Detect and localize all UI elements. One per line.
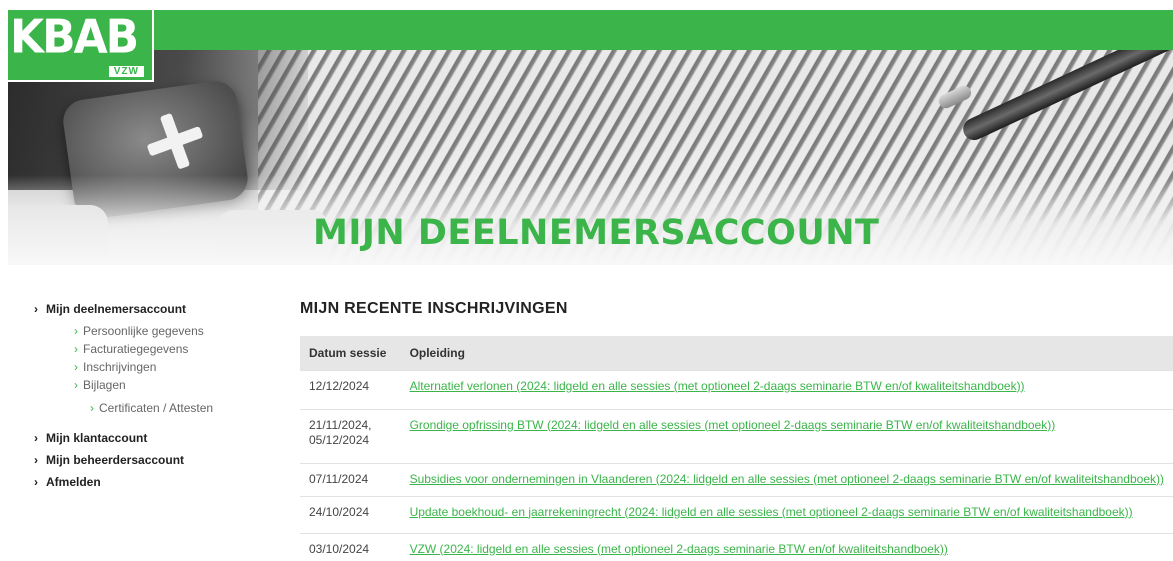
sidebar-subitem-label: Facturatiegegevens (83, 342, 189, 356)
course-cell: Update boekhoud- en jaarrekeningrecht (2… (400, 495, 1173, 533)
sidebar-item-afmelden[interactable]: › Afmelden (34, 473, 264, 491)
chevron-right-icon: › (34, 431, 38, 445)
section-title: MIJN RECENTE INSCHRIJVINGEN (300, 300, 568, 317)
sidebar-subitem-facturatiegegevens[interactable]: › Facturatiegegevens (74, 340, 264, 358)
session-date-line: 05/12/2024 (309, 432, 370, 447)
course-link[interactable]: VZW (2024: lidgeld en alle sessies (met … (410, 542, 948, 556)
table-row: 24/10/2024 Update boekhoud- en jaarreken… (300, 495, 1173, 533)
logo-subtext: VZW (108, 66, 144, 77)
sidebar-item-label: Mijn deelnemersaccount (46, 302, 187, 316)
course-cell: Subsidies voor ondernemingen in Vlaander… (400, 462, 1173, 496)
sidebar-item-label: Mijn beheerdersaccount (46, 453, 185, 467)
session-date-line: 21/11/2024, (309, 417, 372, 432)
page-title: MIJN DEELNEMERSACCOUNT (313, 213, 880, 253)
session-date: 03/10/2024 (300, 532, 401, 561)
sidebar-item-mijn-deelnemersaccount[interactable]: › Mijn deelnemersaccount (34, 300, 264, 318)
header-green-bar (8, 10, 1173, 50)
main-content: MIJN RECENTE INSCHRIJVINGEN Datum sessie… (300, 300, 1173, 561)
sidebar-item-label: Afmelden (46, 475, 101, 489)
logo-text: KBAB (10, 10, 139, 65)
sidebar-item-label: Mijn klantaccount (46, 431, 148, 445)
chevron-right-icon: › (34, 302, 38, 316)
sidebar-item-mijn-klantaccount[interactable]: › Mijn klantaccount (34, 429, 264, 447)
column-header-datum-sessie: Datum sessie (309, 345, 387, 360)
session-date: 21/11/2024, 05/12/2024 (300, 408, 401, 463)
course-cell: Alternatief verlonen (2024: lidgeld en a… (400, 369, 1173, 409)
session-date: 24/10/2024 (300, 495, 401, 533)
chevron-right-icon: › (34, 475, 38, 489)
course-link[interactable]: Subsidies voor ondernemingen in Vlaander… (410, 472, 1164, 486)
chevron-right-icon: › (74, 360, 78, 374)
course-cell: Grondige opfrissing BTW (2024: lidgeld e… (400, 408, 1173, 463)
sidebar-subitem-label: Bijlagen (83, 378, 126, 392)
kbab-logo[interactable]: KBAB VZW (8, 10, 154, 82)
chevron-right-icon: › (74, 342, 78, 356)
table-header-row: Datum sessie Opleiding (300, 336, 1173, 370)
sidebar-subitem-label: Inschrijvingen (83, 360, 157, 374)
table-row: 07/11/2024 Subsidies voor ondernemingen … (300, 462, 1173, 496)
session-date: 12/12/2024 (300, 369, 401, 409)
table-row: 21/11/2024, 05/12/2024 Grondige opfrissi… (300, 408, 1173, 463)
registrations-table: Datum sessie Opleiding 12/12/2024 Altern… (300, 336, 1173, 561)
course-link[interactable]: Alternatief verlonen (2024: lidgeld en a… (410, 379, 1025, 393)
sidebar-subitem-bijlagen[interactable]: › Bijlagen (74, 376, 264, 394)
session-date: 07/11/2024 (300, 462, 401, 496)
course-cell: VZW (2024: lidgeld en alle sessies (met … (400, 532, 1173, 561)
sidebar-subitem-label: Persoonlijke gegevens (83, 324, 204, 338)
column-header-opleiding: Opleiding (409, 345, 465, 360)
chevron-right-icon: › (90, 401, 94, 415)
table-row: 12/12/2024 Alternatief verlonen (2024: l… (300, 369, 1173, 409)
chevron-right-icon: › (74, 324, 78, 338)
table-row: 03/10/2024 VZW (2024: lidgeld en alle se… (300, 532, 1173, 561)
header-banner: MIJN DEELNEMERSACCOUNT (8, 10, 1173, 265)
chevron-right-icon: › (34, 453, 38, 467)
course-link[interactable]: Grondige opfrissing BTW (2024: lidgeld e… (410, 418, 1056, 432)
sidebar-subitem-certificaten-attesten[interactable]: › Certificaten / Attesten (90, 399, 264, 417)
sidebar-item-mijn-beheerdersaccount[interactable]: › Mijn beheerdersaccount (34, 451, 264, 469)
course-link[interactable]: Update boekhoud- en jaarrekeningrecht (2… (410, 505, 1133, 519)
chevron-right-icon: › (74, 378, 78, 392)
sidebar-nav: › Mijn deelnemersaccount › Persoonlijke ge… (34, 300, 264, 491)
sidebar-subitem-label: Certificaten / Attesten (99, 401, 214, 415)
sidebar-subitem-inschrijvingen[interactable]: › Inschrijvingen (74, 358, 264, 376)
sidebar-subitem-persoonlijke-gegevens[interactable]: › Persoonlijke gegevens (74, 322, 264, 340)
